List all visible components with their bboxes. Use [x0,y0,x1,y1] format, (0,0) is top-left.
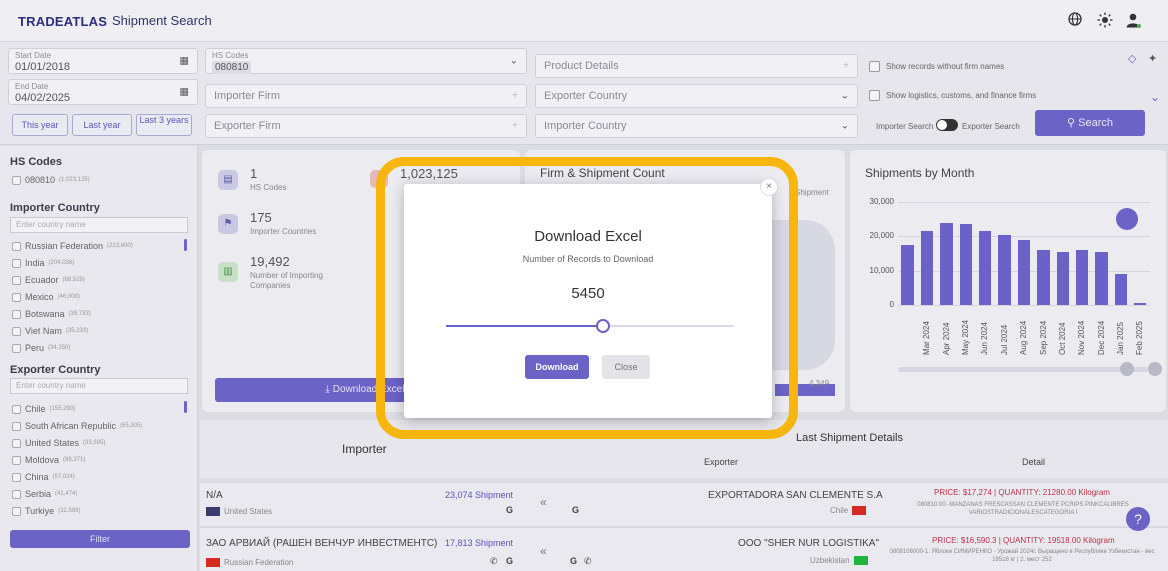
highlight-frame [376,157,798,439]
